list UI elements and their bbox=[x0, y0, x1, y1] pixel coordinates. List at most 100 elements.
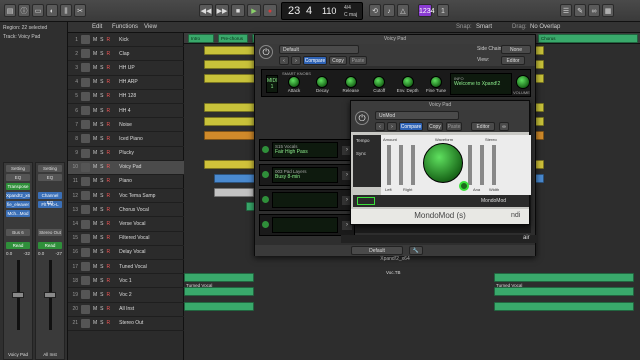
mixer-icon[interactable]: ⫼ bbox=[60, 4, 72, 17]
record-enable-button[interactable]: R bbox=[107, 249, 111, 255]
setting-button[interactable]: Setting bbox=[6, 165, 30, 172]
solo-button[interactable]: S bbox=[100, 79, 103, 85]
stop-button[interactable]: ■ bbox=[231, 4, 245, 17]
track-name[interactable]: HH 128 bbox=[113, 93, 184, 99]
record-enable-button[interactable]: R bbox=[107, 51, 111, 57]
rewind-button[interactable]: ◀◀ bbox=[199, 4, 213, 17]
track-row[interactable]: 11 M S R Piano bbox=[68, 175, 184, 190]
region-label[interactable]: Turned Vocal bbox=[496, 283, 522, 288]
amount-slider[interactable] bbox=[387, 145, 391, 185]
track-row[interactable]: 2 M S R Clap bbox=[68, 47, 184, 62]
plugin-slot[interactable]: Flt Pro-L bbox=[38, 201, 62, 208]
solo-button[interactable]: S bbox=[100, 108, 103, 114]
track-name[interactable]: Chorus Vocal bbox=[113, 207, 184, 213]
midi-display[interactable]: MIDI 1 bbox=[266, 75, 278, 93]
track-row[interactable]: 14 M S R Verse Vocal bbox=[68, 217, 184, 232]
view-menu[interactable]: View bbox=[144, 24, 157, 30]
track-row[interactable]: 19 M S R Voc 2 bbox=[68, 288, 184, 303]
forward-button[interactable]: ▶▶ bbox=[215, 4, 229, 17]
track-name[interactable]: Voc 2 bbox=[113, 292, 184, 298]
window-title[interactable]: Voicy Pad bbox=[255, 35, 535, 44]
record-enable-button[interactable]: R bbox=[107, 221, 111, 227]
track-row[interactable]: 16 M S R Delay Vocal bbox=[68, 246, 184, 260]
record-button[interactable]: ● bbox=[263, 4, 277, 17]
window-title[interactable]: Voicy Pad bbox=[351, 101, 529, 110]
record-enable-button[interactable]: R bbox=[107, 306, 111, 312]
mute-button[interactable]: M bbox=[93, 306, 97, 312]
record-enable-button[interactable]: R bbox=[107, 150, 111, 156]
amount-slider[interactable] bbox=[399, 145, 403, 185]
track-row[interactable]: 3 M S R HH UP bbox=[68, 61, 184, 76]
functions-menu[interactable]: Functions bbox=[112, 24, 138, 30]
plugin-slot[interactable]: Mch...Mod bbox=[6, 210, 30, 217]
track-icon[interactable] bbox=[81, 290, 90, 300]
part-slot[interactable]: › bbox=[259, 214, 355, 236]
track-label[interactable]: Track: Voicy Pad bbox=[3, 34, 40, 40]
badge[interactable]: 1234 bbox=[418, 4, 435, 17]
volume-knob[interactable] bbox=[516, 75, 530, 89]
knob[interactable] bbox=[316, 76, 329, 88]
track-name[interactable]: Iced Piano bbox=[113, 136, 184, 142]
toolbar-icon[interactable]: ▭ bbox=[32, 4, 44, 17]
knob[interactable] bbox=[429, 76, 442, 88]
track-row[interactable]: 10 M S R Voicy Pad bbox=[68, 160, 184, 175]
setting-button[interactable]: Setting bbox=[38, 165, 62, 172]
power-icon[interactable]: ⏻ bbox=[259, 45, 273, 59]
paste-button[interactable]: Paste bbox=[349, 56, 367, 65]
prev-preset-icon[interactable]: ‹ bbox=[375, 122, 385, 131]
solo-button[interactable]: S bbox=[100, 136, 103, 142]
track-name[interactable]: HH ARP bbox=[113, 79, 184, 85]
volume-fader[interactable] bbox=[44, 292, 56, 298]
mute-button[interactable]: M bbox=[93, 278, 97, 284]
track-name[interactable]: Delay Vocal bbox=[113, 249, 184, 255]
record-enable-button[interactable]: R bbox=[107, 93, 111, 99]
library-icon[interactable]: ▤ bbox=[4, 4, 16, 17]
mute-button[interactable]: M bbox=[93, 136, 97, 142]
mute-button[interactable]: M bbox=[93, 93, 97, 99]
list-editors-icon[interactable]: ☰ bbox=[560, 4, 572, 17]
track-icon[interactable] bbox=[81, 134, 90, 144]
solo-button[interactable]: S bbox=[100, 164, 103, 170]
solo-button[interactable]: S bbox=[100, 93, 103, 99]
bottom-preset-menu[interactable]: Default bbox=[351, 246, 403, 255]
mute-button[interactable]: M bbox=[93, 122, 97, 128]
mute-button[interactable]: M bbox=[93, 65, 97, 71]
track-name[interactable]: HH 4 bbox=[113, 108, 184, 114]
slot-power-icon[interactable] bbox=[262, 221, 269, 228]
notepad-icon[interactable]: ✎ bbox=[574, 4, 586, 17]
solo-button[interactable]: S bbox=[100, 235, 103, 241]
record-enable-button[interactable]: R bbox=[107, 108, 111, 114]
metronome-button[interactable]: △ bbox=[397, 4, 409, 17]
smart-controls-icon[interactable]: ◐ bbox=[46, 4, 58, 17]
solo-button[interactable]: S bbox=[100, 306, 103, 312]
mute-button[interactable]: M bbox=[93, 178, 97, 184]
solo-button[interactable]: S bbox=[100, 178, 103, 184]
solo-button[interactable]: S bbox=[100, 320, 103, 326]
automation-mode[interactable]: Read bbox=[6, 242, 30, 249]
region[interactable] bbox=[184, 287, 254, 297]
region-label[interactable]: Turned Vocal bbox=[186, 283, 212, 288]
width-slider[interactable] bbox=[468, 145, 472, 185]
mute-button[interactable]: M bbox=[93, 221, 97, 227]
preset-menu[interactable]: UnMod bbox=[375, 111, 459, 120]
solo-button[interactable]: S bbox=[100, 264, 103, 270]
track-row[interactable]: 1 M S R Kick bbox=[68, 33, 184, 48]
track-icon[interactable] bbox=[81, 247, 90, 257]
link-icon[interactable]: ∞ bbox=[499, 122, 509, 131]
solo-button[interactable]: S bbox=[100, 65, 103, 71]
knob[interactable] bbox=[344, 76, 357, 88]
track-name[interactable]: Voc 1 bbox=[113, 278, 184, 284]
amount-slider[interactable] bbox=[411, 145, 415, 185]
solo-button[interactable]: S bbox=[100, 150, 103, 156]
record-enable-button[interactable]: R bbox=[107, 292, 111, 298]
record-enable-button[interactable]: R bbox=[107, 65, 111, 71]
region[interactable] bbox=[494, 301, 634, 311]
track-icon[interactable] bbox=[81, 120, 90, 130]
track-name[interactable]: Piano bbox=[113, 178, 184, 184]
copy-button[interactable]: Copy bbox=[427, 122, 443, 131]
preset-menu[interactable]: Default bbox=[279, 45, 359, 54]
track-icon[interactable] bbox=[81, 148, 90, 158]
mute-button[interactable]: M bbox=[93, 193, 97, 199]
part-slot[interactable]: › bbox=[259, 189, 355, 211]
speed-knob[interactable] bbox=[423, 143, 463, 183]
